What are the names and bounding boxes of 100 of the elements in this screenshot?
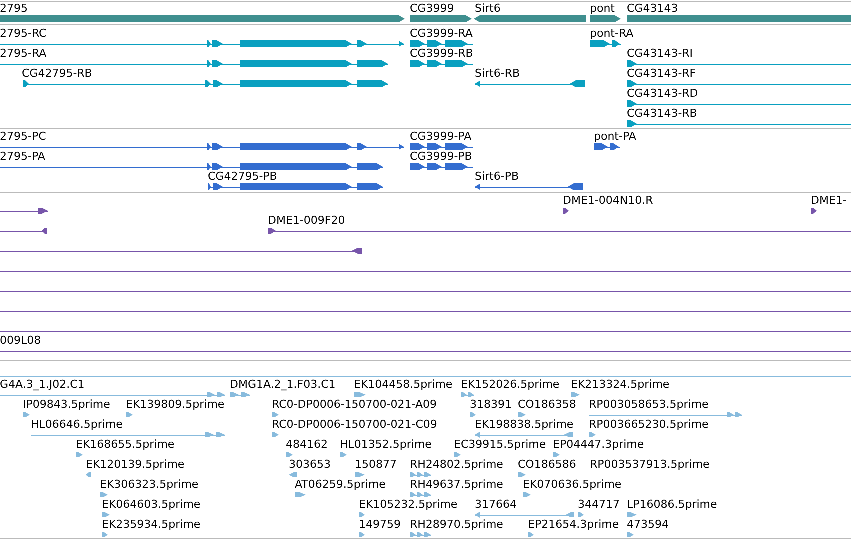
est-glyph[interactable] bbox=[553, 452, 560, 458]
feature-label: EK064603.5prime bbox=[102, 498, 201, 511]
feature-label: HL01352.5prime bbox=[340, 438, 432, 451]
feature-label: RP003058653.5prime bbox=[589, 398, 709, 411]
protein-glyph[interactable] bbox=[0, 164, 384, 170]
feature-label: CG43143-RD bbox=[627, 87, 698, 100]
est-glyph[interactable] bbox=[523, 492, 531, 498]
feature-label: 344717 bbox=[578, 498, 620, 511]
est-glyph[interactable] bbox=[30, 432, 226, 438]
est-glyph[interactable] bbox=[589, 432, 596, 438]
feature-label: 473594 bbox=[627, 518, 669, 531]
feature-label: RP003665230.5prime bbox=[589, 418, 709, 431]
feature-label: RH28970.5prime bbox=[410, 518, 504, 531]
est-glyph[interactable] bbox=[0, 392, 226, 398]
feature-label: 2795 bbox=[0, 2, 28, 15]
est-glyph[interactable] bbox=[272, 432, 279, 438]
est-glyph[interactable] bbox=[359, 512, 365, 518]
feature-label: 318391 bbox=[470, 398, 512, 411]
transcript-glyph[interactable] bbox=[22, 80, 388, 88]
feature-label: CG43143-RI bbox=[627, 47, 694, 60]
est-glyph[interactable] bbox=[230, 392, 250, 398]
est-glyph[interactable] bbox=[359, 532, 365, 538]
transcript-glyph[interactable] bbox=[626, 60, 851, 68]
transcript-glyph[interactable] bbox=[626, 100, 851, 108]
clone-glyph[interactable] bbox=[563, 208, 569, 214]
transcript-glyph[interactable] bbox=[0, 60, 388, 68]
est-glyph[interactable] bbox=[470, 412, 476, 418]
feature-label: CO186358 bbox=[518, 398, 576, 411]
feature-label: IP09843.5prime bbox=[23, 398, 110, 411]
feature-label: EK139809.5prime bbox=[126, 398, 225, 411]
feature-label: EK235934.5prime bbox=[102, 518, 201, 531]
clone-glyph[interactable] bbox=[0, 208, 48, 214]
feature-label: CO186586 bbox=[518, 458, 576, 471]
est-glyph[interactable] bbox=[354, 392, 366, 398]
clone-glyph[interactable] bbox=[0, 248, 362, 254]
clone-glyph[interactable] bbox=[0, 228, 48, 234]
est-glyph[interactable] bbox=[410, 492, 432, 498]
est-glyph[interactable] bbox=[86, 472, 91, 478]
est-glyph[interactable] bbox=[410, 472, 432, 478]
protein-glyph[interactable] bbox=[208, 184, 384, 190]
est-glyph[interactable] bbox=[454, 452, 461, 458]
est-glyph[interactable] bbox=[272, 412, 279, 418]
gene-arrow[interactable] bbox=[590, 16, 621, 22]
est-glyph[interactable] bbox=[355, 472, 365, 478]
feature-label: 150877 bbox=[355, 458, 397, 471]
est-glyph[interactable] bbox=[627, 532, 634, 538]
feature-label: EK152026.5prime bbox=[461, 378, 560, 391]
protein-glyph[interactable] bbox=[594, 144, 620, 150]
feature-label: EP04447.3prime bbox=[553, 438, 644, 451]
est-glyph[interactable] bbox=[286, 452, 293, 458]
est-glyph[interactable] bbox=[289, 472, 297, 478]
est-glyph[interactable] bbox=[474, 432, 574, 438]
transcript-glyph[interactable] bbox=[0, 40, 404, 48]
feature-label: EK213324.5prime bbox=[571, 378, 670, 391]
feature-label: CG43143-RF bbox=[627, 67, 696, 80]
est-glyph[interactable] bbox=[340, 452, 347, 458]
transcript-glyph[interactable] bbox=[626, 120, 851, 128]
protein-glyph[interactable] bbox=[410, 144, 474, 150]
feature-label: 484162 bbox=[286, 438, 328, 451]
est-glyph[interactable] bbox=[588, 412, 742, 418]
est-glyph[interactable] bbox=[100, 492, 108, 498]
transcript-glyph[interactable] bbox=[410, 40, 474, 48]
est-glyph[interactable] bbox=[578, 512, 584, 518]
transcript-glyph[interactable] bbox=[626, 80, 851, 88]
feature-label: 303653 bbox=[289, 458, 331, 471]
est-glyph[interactable] bbox=[76, 452, 83, 458]
feature-label: EK070636.5prime bbox=[523, 478, 622, 491]
feature-label: CG43143-RB bbox=[627, 107, 698, 120]
feature-label: Sirt6-RB bbox=[475, 67, 520, 80]
feature-label: AT06259.5prime bbox=[295, 478, 386, 491]
est-glyph[interactable] bbox=[410, 532, 432, 538]
feature-label: DME1-009F20 bbox=[268, 214, 346, 227]
transcript-glyph[interactable] bbox=[410, 60, 474, 68]
est-glyph[interactable] bbox=[474, 512, 574, 518]
gene-arrow[interactable] bbox=[410, 16, 472, 22]
protein-glyph[interactable] bbox=[410, 164, 474, 170]
transcript-glyph[interactable] bbox=[590, 40, 622, 48]
est-glyph[interactable] bbox=[102, 512, 110, 518]
feature-label: CG3999-PA bbox=[410, 130, 472, 143]
feature-label: 149759 bbox=[359, 518, 401, 531]
est-glyph[interactable] bbox=[518, 412, 526, 418]
clone-glyph[interactable] bbox=[268, 228, 851, 234]
feature-label: CG3999 bbox=[410, 2, 454, 15]
feature-label: CG42795-PB bbox=[208, 170, 278, 183]
est-glyph[interactable] bbox=[460, 392, 474, 398]
est-glyph[interactable] bbox=[102, 532, 108, 538]
protein-glyph[interactable] bbox=[474, 184, 584, 190]
transcript-glyph[interactable] bbox=[474, 80, 586, 88]
est-glyph[interactable] bbox=[528, 532, 534, 538]
est-glyph[interactable] bbox=[23, 412, 30, 418]
est-glyph[interactable] bbox=[627, 512, 637, 518]
protein-glyph[interactable] bbox=[0, 144, 404, 150]
est-glyph[interactable] bbox=[571, 392, 580, 398]
feature-label: pont-RA bbox=[590, 27, 634, 40]
est-glyph[interactable] bbox=[126, 412, 133, 418]
est-glyph[interactable] bbox=[518, 472, 526, 478]
feature-label: Sirt6-PB bbox=[475, 170, 520, 183]
est-glyph[interactable] bbox=[295, 492, 306, 498]
feature-label: 2795-PA bbox=[0, 150, 46, 163]
clone-glyph[interactable] bbox=[811, 208, 817, 214]
